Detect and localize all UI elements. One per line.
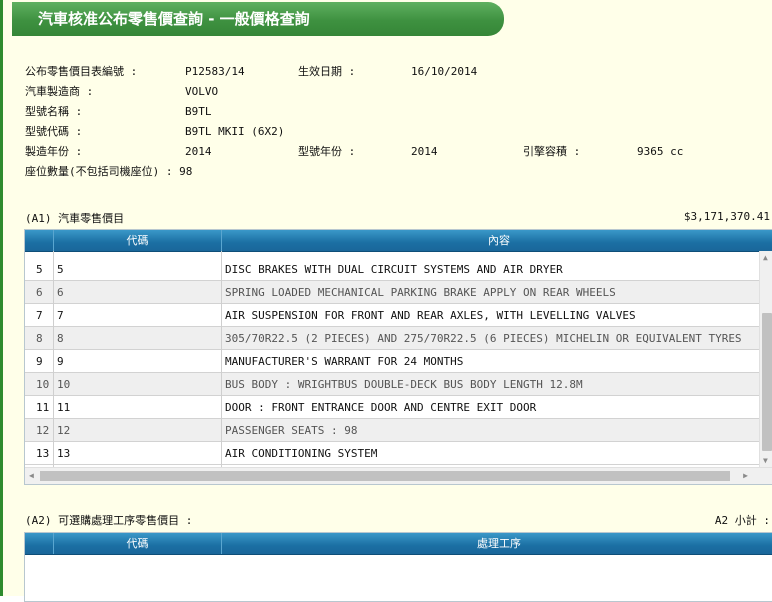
row-content: DISC BRAKES WITH DUAL CIRCUIT SYSTEMS AN…	[225, 263, 563, 276]
a2-section-label: (A2) 可選購處理工序零售價目 :	[25, 514, 193, 527]
a1-horizontal-scrollbar[interactable]: ◀ ▶	[25, 467, 772, 484]
row-index: 6	[36, 286, 43, 299]
table-row[interactable]: 7 7 AIR SUSPENSION FOR FRONT AND REAR AXLE…	[25, 304, 760, 327]
table-row[interactable]: 11 11 DOOR : FRONT ENTRANCE DOOR AND CENTR…	[25, 396, 760, 419]
table-row[interactable]: 13 13 AIR CONDITIONING SYSTEM	[25, 442, 760, 465]
a1-vertical-scroll-thumb[interactable]	[762, 313, 772, 451]
vehicle-info: 公布零售價目表編號 : P12583/14 生效日期 : 16/10/2014 …	[25, 62, 772, 182]
table-row[interactable]: 6 6 SPRING LOADED MECHANICAL PARKING BRAKE…	[25, 281, 760, 304]
row-code: 8	[57, 332, 64, 345]
scroll-left-icon[interactable]: ◀	[29, 471, 34, 481]
scroll-right-icon[interactable]: ▶	[743, 471, 748, 481]
row-code: 7	[57, 309, 64, 322]
a2-col-code[interactable]: 代碼	[54, 533, 222, 554]
row-index: 5	[36, 263, 43, 276]
model-code-label: 型號代碼 :	[25, 125, 83, 138]
row-content: MANUFACTURER'S WARRANT FOR 24 MONTHS	[225, 355, 464, 368]
row-code: 12	[57, 424, 71, 437]
row-code: 9	[57, 355, 64, 368]
model-name-label: 型號名稱 :	[25, 105, 83, 118]
a2-grid-header: 代碼 處理工序	[25, 533, 772, 555]
list-no-value: P12583/14	[185, 65, 245, 78]
model-year-label: 型號年份 :	[298, 145, 356, 158]
table-row[interactable]: 5 5 DISC BRAKES WITH DUAL CIRCUIT SYSTEMS …	[25, 258, 760, 281]
row-code: 6	[57, 286, 64, 299]
row-code: 5	[57, 263, 64, 276]
engine-label: 引擎容積 :	[523, 145, 581, 158]
row-index: 12	[36, 424, 50, 437]
table-row[interactable]: 10 10 BUS BODY : WRIGHTBUS DOUBLE-DECK BUS…	[25, 373, 760, 396]
scroll-down-icon[interactable]: ▼	[763, 456, 768, 466]
row-index: 11	[36, 401, 50, 414]
a2-col-process[interactable]: 處理工序	[222, 533, 772, 554]
table-row[interactable]: 8 8 305/70R22.5 (2 PIECES) AND 275/70R22.5…	[25, 327, 760, 350]
row-index: 10	[36, 378, 50, 391]
row-content: DOOR : FRONT ENTRANCE DOOR AND CENTRE EX…	[225, 401, 537, 414]
page-title: 汽車核准公布零售價查詢 - 一般價格查詢	[12, 2, 504, 36]
row-code: 13	[57, 447, 71, 460]
row-content: BUS BODY : WRIGHTBUS DOUBLE-DECK BUS BOD…	[225, 378, 583, 391]
a1-price-grid: 代碼 內容 13 13 AIR CONDITIONING SYSTEM 12 12 PAS…	[24, 229, 772, 485]
model-code-value: B9TL MKII (6X2)	[185, 125, 285, 138]
row-index: 7	[36, 309, 43, 322]
page-frame: 汽車核准公布零售價查詢 - 一般價格查詢 公布零售價目表編號 : P12583/…	[0, 0, 772, 602]
a1-grid-header: 代碼 內容	[25, 230, 772, 252]
a1-col-code[interactable]: 代碼	[54, 230, 222, 251]
a1-vertical-scrollbar[interactable]: ▲ ▼	[759, 251, 772, 468]
manu-year-label: 製造年份 :	[25, 145, 83, 158]
row-content: SPRING LOADED MECHANICAL PARKING BRAKE A…	[225, 286, 616, 299]
row-index: 9	[36, 355, 43, 368]
row-index: 13	[36, 447, 50, 460]
row-content: AIR CONDITIONING SYSTEM	[225, 447, 378, 460]
list-no-label: 公布零售價目表編號 :	[25, 65, 138, 78]
row-content: 305/70R22.5 (2 PIECES) AND 275/70R22.5 (…	[225, 332, 742, 345]
row-code: 10	[57, 378, 71, 391]
a2-subtotal-label: A2 小計 :	[714, 514, 770, 527]
engine-value: 9365 cc	[637, 145, 684, 158]
table-row[interactable]: 12 12 PASSENGER SEATS : 98	[25, 419, 760, 442]
a1-col-content[interactable]: 內容	[222, 230, 772, 251]
effective-date-value: 16/10/2014	[411, 65, 478, 78]
table-row[interactable]: 9 9 MANUFACTURER'S WARRANT FOR 24 MONTHS	[25, 350, 760, 373]
a1-section-label: (A1) 汽車零售價目	[25, 212, 125, 225]
a2-process-grid: 代碼 處理工序	[24, 532, 772, 602]
a1-total-amount: $3,171,370.41	[683, 210, 770, 223]
scroll-up-icon[interactable]: ▲	[763, 253, 768, 263]
maker-label: 汽車製造商 :	[25, 85, 94, 98]
model-name-value: B9TL	[185, 105, 212, 118]
row-index: 8	[36, 332, 43, 345]
row-code: 11	[57, 401, 71, 414]
manu-year-value: 2014	[185, 145, 212, 158]
row-content: PASSENGER SEATS : 98	[225, 424, 358, 437]
a1-grid-body: 13 13 AIR CONDITIONING SYSTEM 12 12 PASSENGER…	[25, 251, 760, 468]
effective-date-label: 生效日期 :	[298, 65, 356, 78]
model-year-value: 2014	[411, 145, 438, 158]
row-content: AIR SUSPENSION FOR FRONT AND REAR AXLES,…	[225, 309, 636, 322]
a1-horizontal-scroll-thumb[interactable]	[40, 471, 730, 481]
maker-value: VOLVO	[185, 85, 219, 98]
seats-label: 座位數量(不包括司機座位) : 98	[25, 165, 193, 178]
